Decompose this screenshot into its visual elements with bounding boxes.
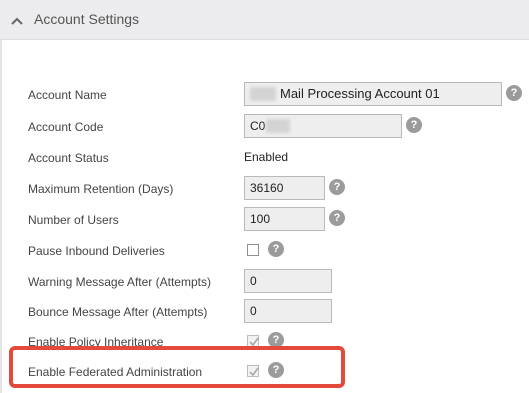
policy-inheritance-label: Enable Policy Inheritance	[28, 335, 164, 349]
federated-admin-checkbox[interactable]	[247, 365, 259, 377]
account-code-input[interactable]: C0xxxx	[244, 114, 402, 138]
num-users-label: Number of Users	[28, 213, 119, 227]
row-num-users: Number of Users 100 ?	[0, 207, 529, 233]
account-name-value: Mail Processing Account 01	[280, 86, 440, 101]
max-retention-value: 36160	[250, 181, 284, 195]
help-icon[interactable]: ?	[406, 117, 422, 133]
warning-after-input[interactable]: 0	[244, 269, 332, 293]
max-retention-label: Maximum Retention (Days)	[28, 182, 174, 196]
num-users-input[interactable]: 100	[244, 207, 325, 231]
account-code-value: C0	[250, 119, 266, 133]
account-code-label: Account Code	[28, 120, 104, 134]
panel-header[interactable]: Account Settings	[0, 0, 529, 40]
policy-inheritance-checkbox[interactable]	[247, 335, 259, 347]
redacted-text: xxxx	[266, 119, 291, 133]
federated-admin-label: Enable Federated Administration	[28, 365, 203, 379]
help-icon[interactable]: ?	[329, 179, 345, 195]
bounce-after-value: 0	[250, 304, 257, 318]
row-max-retention: Maximum Retention (Days) 36160 ?	[0, 176, 529, 202]
row-account-status: Account Status Enabled	[0, 145, 529, 171]
help-icon[interactable]: ?	[268, 332, 284, 348]
pause-inbound-label: Pause Inbound Deliveries	[28, 244, 165, 258]
account-status-label: Account Status	[28, 151, 109, 165]
max-retention-input[interactable]: 36160	[244, 176, 325, 200]
row-bounce-after: Bounce Message After (Attempts) 0	[0, 299, 529, 325]
account-status-value: Enabled	[244, 150, 289, 164]
help-icon[interactable]: ?	[329, 210, 345, 226]
chevron-up-icon[interactable]	[10, 13, 24, 25]
row-account-name: Account Name xxxx Mail Processing Account…	[0, 82, 529, 108]
account-name-label: Account Name	[28, 88, 107, 102]
help-icon[interactable]: ?	[268, 241, 284, 257]
row-warning-after: Warning Message After (Attempts) 0	[0, 269, 529, 295]
check-icon	[249, 337, 259, 347]
bounce-after-input[interactable]: 0	[244, 299, 332, 323]
bounce-after-label: Bounce Message After (Attempts)	[28, 305, 208, 319]
pause-inbound-checkbox[interactable]	[247, 244, 259, 256]
row-account-code: Account Code C0xxxx ?	[0, 114, 529, 140]
account-name-input[interactable]: xxxx Mail Processing Account 01	[244, 82, 502, 106]
row-policy-inheritance: Enable Policy Inheritance ?	[0, 329, 529, 355]
warning-after-value: 0	[250, 274, 257, 288]
row-federated-admin: Enable Federated Administration ?	[0, 359, 529, 385]
help-icon[interactable]: ?	[506, 85, 522, 101]
check-icon	[249, 367, 259, 377]
help-icon[interactable]: ?	[268, 362, 284, 378]
panel-title: Account Settings	[34, 11, 140, 27]
num-users-value: 100	[250, 212, 271, 226]
row-pause-inbound: Pause Inbound Deliveries ?	[0, 238, 529, 264]
redacted-text: xxxx	[250, 87, 276, 101]
warning-after-label: Warning Message After (Attempts)	[28, 275, 211, 289]
